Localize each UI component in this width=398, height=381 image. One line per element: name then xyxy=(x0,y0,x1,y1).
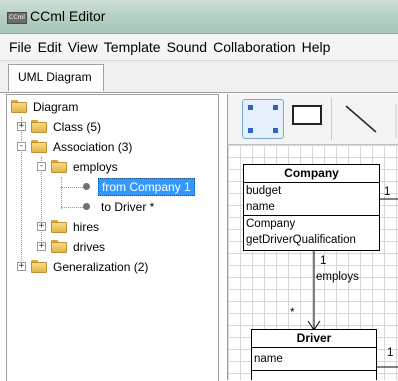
select-tool-button[interactable] xyxy=(242,99,284,139)
tree-node-association[interactable]: Association (3) xyxy=(31,137,135,156)
tree-label-selected: from Company 1 xyxy=(98,177,195,196)
association-line-right xyxy=(377,366,398,368)
menu-file[interactable]: File xyxy=(0,39,35,55)
collapse-minus-icon[interactable]: - xyxy=(37,162,46,171)
folder-icon xyxy=(11,100,27,113)
class-name: Driver xyxy=(252,330,376,348)
folder-icon xyxy=(31,120,47,133)
end-point-icon xyxy=(83,203,90,210)
class-separator xyxy=(252,370,376,371)
diagram-tree: Diagram + Class (5) - Association (3) - … xyxy=(6,94,219,381)
menu-sound[interactable]: Sound xyxy=(164,39,210,55)
association-tool-button[interactable] xyxy=(338,100,398,140)
class-tool-button[interactable] xyxy=(292,105,322,125)
window-title: CCml Editor xyxy=(30,8,106,24)
expand-plus-icon[interactable]: + xyxy=(17,122,26,131)
class-attribute: name xyxy=(254,353,283,365)
tree-node-from-company[interactable]: from Company 1 xyxy=(77,177,195,196)
app-icon: CCml xyxy=(7,12,27,24)
class-operation: getDriverQualification xyxy=(246,234,356,246)
class-operation: Company xyxy=(246,218,296,230)
tree-node-to-driver[interactable]: to Driver * xyxy=(77,197,157,216)
tree-guide-line xyxy=(61,177,62,209)
tree-label: Class (5) xyxy=(53,119,102,134)
menu-template[interactable]: Template xyxy=(101,39,164,55)
folder-icon xyxy=(51,240,67,253)
folder-icon xyxy=(31,260,47,273)
multiplicity-label: * xyxy=(290,307,295,319)
tree-node-diagram[interactable]: Diagram xyxy=(11,97,81,116)
tree-label: Association (3) xyxy=(53,139,133,154)
menu-bar: File Edit View Template Sound Collaborat… xyxy=(0,34,398,61)
tree-guide-line xyxy=(21,117,22,269)
class-box-driver[interactable]: Driver name xyxy=(251,329,377,380)
handle-dot xyxy=(248,128,253,133)
folder-icon xyxy=(51,220,67,233)
handle-dot xyxy=(248,105,253,110)
menu-edit[interactable]: Edit xyxy=(35,39,65,55)
handle-dot xyxy=(273,128,278,133)
collapse-minus-icon[interactable]: - xyxy=(17,142,26,151)
menu-collaboration[interactable]: Collaboration xyxy=(210,39,299,55)
tree-node-generalization[interactable]: Generalization (2) xyxy=(31,257,151,276)
expand-plus-icon[interactable]: + xyxy=(37,242,46,251)
expand-plus-icon[interactable]: + xyxy=(17,262,26,271)
multiplicity-label: 1 xyxy=(320,255,327,267)
handle-dot xyxy=(273,105,278,110)
folder-open-icon xyxy=(31,140,47,153)
folder-open-icon xyxy=(51,160,67,173)
tree-label: hires xyxy=(73,219,100,234)
association-label: employs xyxy=(316,271,359,283)
tree-label: to Driver * xyxy=(101,199,155,214)
menu-view[interactable]: View xyxy=(65,39,101,55)
class-attribute: name xyxy=(246,201,275,213)
menu-help[interactable]: Help xyxy=(299,39,334,55)
tree-node-class[interactable]: Class (5) xyxy=(31,117,104,136)
tree-label: employs xyxy=(73,159,118,174)
class-box-company[interactable]: Company budget name Company getDriverQua… xyxy=(243,164,380,251)
tree-label: drives xyxy=(73,239,106,254)
tree-node-drives[interactable]: drives xyxy=(51,237,108,256)
class-name: Company xyxy=(244,165,379,183)
multiplicity-label: 1 xyxy=(387,347,394,359)
tab-uml-diagram[interactable]: UML Diagram xyxy=(8,64,104,91)
tree-node-employs[interactable]: employs xyxy=(51,157,121,176)
tree-label: Diagram xyxy=(33,99,79,114)
diagram-canvas[interactable]: Company budget name Company getDriverQua… xyxy=(227,145,398,380)
tree-node-hires[interactable]: hires xyxy=(51,217,102,236)
tree-label: Generalization (2) xyxy=(53,259,149,274)
expand-plus-icon[interactable]: + xyxy=(37,222,46,231)
multiplicity-label: 1 xyxy=(384,186,391,198)
class-attribute: budget xyxy=(246,185,282,197)
end-point-icon xyxy=(83,183,90,190)
toolbar-separator xyxy=(331,98,332,140)
